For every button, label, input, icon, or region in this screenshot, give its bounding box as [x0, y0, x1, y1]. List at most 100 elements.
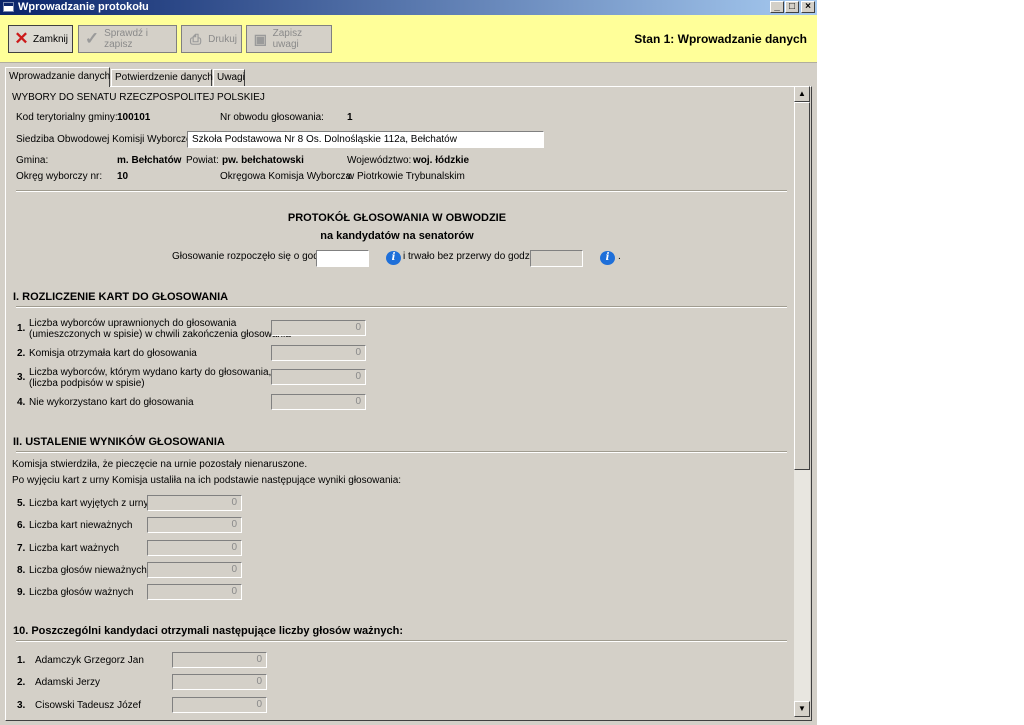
row-number: 1.: [17, 655, 26, 666]
verify-save-label: Sprawdź i zapisz: [104, 28, 148, 50]
section-title-voting-results: II. USTALENIE WYNIKÓW GŁOSOWANIA: [13, 436, 225, 448]
gmina-value: m. Bełchatów: [117, 155, 182, 166]
valid-ballots-field[interactable]: 0: [147, 540, 242, 556]
row-number: 6.: [17, 520, 26, 531]
commission-seat-label: Siedziba Obwodowej Komisji Wyborczej:: [16, 134, 197, 145]
form-panel: WYBORY DO SENATU RZECZPOSPOLITEJ POLSKIE…: [5, 86, 812, 721]
row-number: 2.: [17, 677, 26, 688]
candidate-name: Adamski Jerzy: [35, 677, 101, 688]
constituency-label: Okręg wyborczy nr:: [16, 171, 103, 182]
candidate-votes-field[interactable]: 0: [172, 652, 267, 668]
ballots-unused-field[interactable]: 0: [271, 394, 366, 410]
voting-start-label: Głosowanie rozpoczęło się o godz.: [172, 251, 327, 262]
results-note: Po wyjęciu kart z urny Komisja ustaliła …: [12, 475, 402, 486]
state-indicator: Stan 1: Wprowadzanie danych: [634, 32, 807, 46]
row-number: 3.: [17, 700, 26, 711]
divider: [16, 190, 787, 192]
row-label: Liczba kart wyjętych z urny: [29, 498, 149, 509]
constituency-value: 10: [117, 171, 129, 182]
verify-save-button[interactable]: ✓ Sprawdź i zapisz: [78, 25, 177, 53]
section-title-candidates: 10. Poszczególni kandydaci otrzymali nas…: [13, 625, 404, 637]
invalid-ballots-field[interactable]: 0: [147, 517, 242, 533]
voting-end-time-field[interactable]: [530, 250, 583, 267]
scroll-up-button[interactable]: ▲: [794, 86, 810, 102]
row-label: Komisja otrzymała kart do głosowania: [29, 348, 197, 359]
district-commission-value: w Piotrkowie Trybunalskim: [347, 171, 465, 182]
row-label: Liczba głosów nieważnych: [29, 565, 147, 576]
maximize-button[interactable]: □: [785, 1, 799, 13]
tab-notes[interactable]: Uwagi: [213, 69, 245, 86]
close-window-button[interactable]: ×: [801, 1, 815, 13]
row-label: Liczba kart ważnych: [29, 543, 120, 554]
row-number: 1.: [17, 323, 26, 334]
district-number-label: Nr obwodu głosowania:: [220, 112, 324, 123]
vertical-scrollbar[interactable]: ▲ ▼: [794, 86, 810, 717]
window-title: Wprowadzanie protokołu: [18, 1, 149, 13]
row-number: 5.: [17, 498, 26, 509]
voivodeship-value: woj. łódzkie: [413, 155, 470, 166]
scroll-thumb[interactable]: [794, 102, 810, 470]
application-window: Wprowadzanie protokołu _ □ × ✕ Zamknij ✓…: [0, 0, 817, 725]
checkmark-icon: ✓: [84, 29, 100, 48]
row-label: Nie wykorzystano kart do głosowania: [29, 397, 194, 408]
info-icon[interactable]: i: [386, 251, 401, 265]
scroll-down-button[interactable]: ▼: [794, 701, 810, 717]
close-button[interactable]: ✕ Zamknij: [8, 25, 73, 53]
protocol-title: PROTOKÓŁ GŁOSOWANIA W OBWODZIE: [287, 212, 507, 224]
row-label-line2: (umieszczonych w spisie) w chwili zakońc…: [29, 329, 291, 340]
powiat-value: pw. bełchatowski: [222, 155, 304, 166]
row-label: Liczba kart nieważnych: [29, 520, 133, 531]
save-notes-button[interactable]: ▣ Zapisz uwagi: [246, 25, 332, 53]
tab-data-confirmation[interactable]: Potwierdzenie danych: [111, 69, 213, 86]
powiat-label: Powiat:: [186, 155, 219, 166]
close-button-label: Zamknij: [32, 33, 68, 45]
candidate-votes-field[interactable]: 0: [172, 697, 267, 713]
voivodeship-label: Województwo:: [347, 155, 412, 166]
title-bar[interactable]: Wprowadzanie protokołu _ □ ×: [0, 0, 817, 15]
gmina-label: Gmina:: [16, 155, 49, 166]
row-number: 8.: [17, 565, 26, 576]
territory-code-label: Kod terytorialny gminy:: [16, 112, 118, 123]
territory-code-value: 100101: [117, 112, 151, 123]
election-name: WYBORY DO SENATU RZECZPOSPOLITEJ POLSKIE…: [12, 92, 265, 103]
candidate-name: Cisowski Tadeusz Józef: [35, 700, 141, 711]
print-button[interactable]: ⎙ Drukuj: [181, 25, 242, 53]
invalid-votes-field[interactable]: 0: [147, 562, 242, 578]
row-number: 7.: [17, 543, 26, 554]
red-x-icon: ✕: [14, 29, 29, 48]
ballots-issued-field[interactable]: 0: [271, 369, 366, 385]
row-label: Liczba wyborców uprawnionych do głosowan…: [29, 318, 237, 329]
section-title-ballot-accounting: I. ROZLICZENIE KART DO GŁOSOWANIA: [13, 291, 229, 303]
row-label-line2: (liczba podpisów w spisie): [29, 378, 145, 389]
print-label: Drukuj: [208, 33, 237, 45]
commission-seat-field[interactable]: [187, 131, 544, 148]
toolbar: ✕ Zamknij ✓ Sprawdź i zapisz ⎙ Drukuj ▣ …: [0, 15, 817, 63]
row-number: 3.: [17, 372, 26, 383]
voting-start-time-field[interactable]: [316, 250, 369, 267]
minimize-button[interactable]: _: [770, 1, 784, 13]
row-number: 2.: [17, 348, 26, 359]
app-window-icon: [3, 2, 14, 12]
row-number: 4.: [17, 397, 26, 408]
seal-note: Komisja stwierdziła, że pieczęcie na urn…: [12, 459, 308, 470]
info-icon[interactable]: i: [600, 251, 615, 265]
divider: [16, 451, 787, 453]
voting-end-label: i trwało bez przerwy do godz.: [403, 251, 533, 262]
ballots-received-field[interactable]: 0: [271, 345, 366, 361]
eligible-voters-field[interactable]: 0: [271, 320, 366, 336]
candidate-name: Adamczyk Grzegorz Jan: [35, 655, 144, 666]
valid-votes-field[interactable]: 0: [147, 584, 242, 600]
row-label: Liczba głosów ważnych: [29, 587, 134, 598]
end-period: .: [618, 251, 621, 262]
printer-icon: ⎙: [189, 30, 202, 47]
save-notes-label: Zapisz uwagi: [272, 28, 303, 50]
district-commission-label: Okręgowa Komisja Wyborcza: [220, 171, 352, 182]
floppy-disk-icon: ▣: [253, 30, 267, 47]
tab-data-entry[interactable]: Wprowadzanie danych: [5, 67, 110, 87]
row-label: Liczba wyborców, którym wydano karty do …: [29, 367, 272, 378]
candidate-votes-field[interactable]: 0: [172, 674, 267, 690]
row-number: 9.: [17, 587, 26, 598]
district-number-value: 1: [347, 112, 353, 123]
protocol-subtitle: na kandydatów na senatorów: [320, 230, 474, 242]
ballots-from-urn-field[interactable]: 0: [147, 495, 242, 511]
